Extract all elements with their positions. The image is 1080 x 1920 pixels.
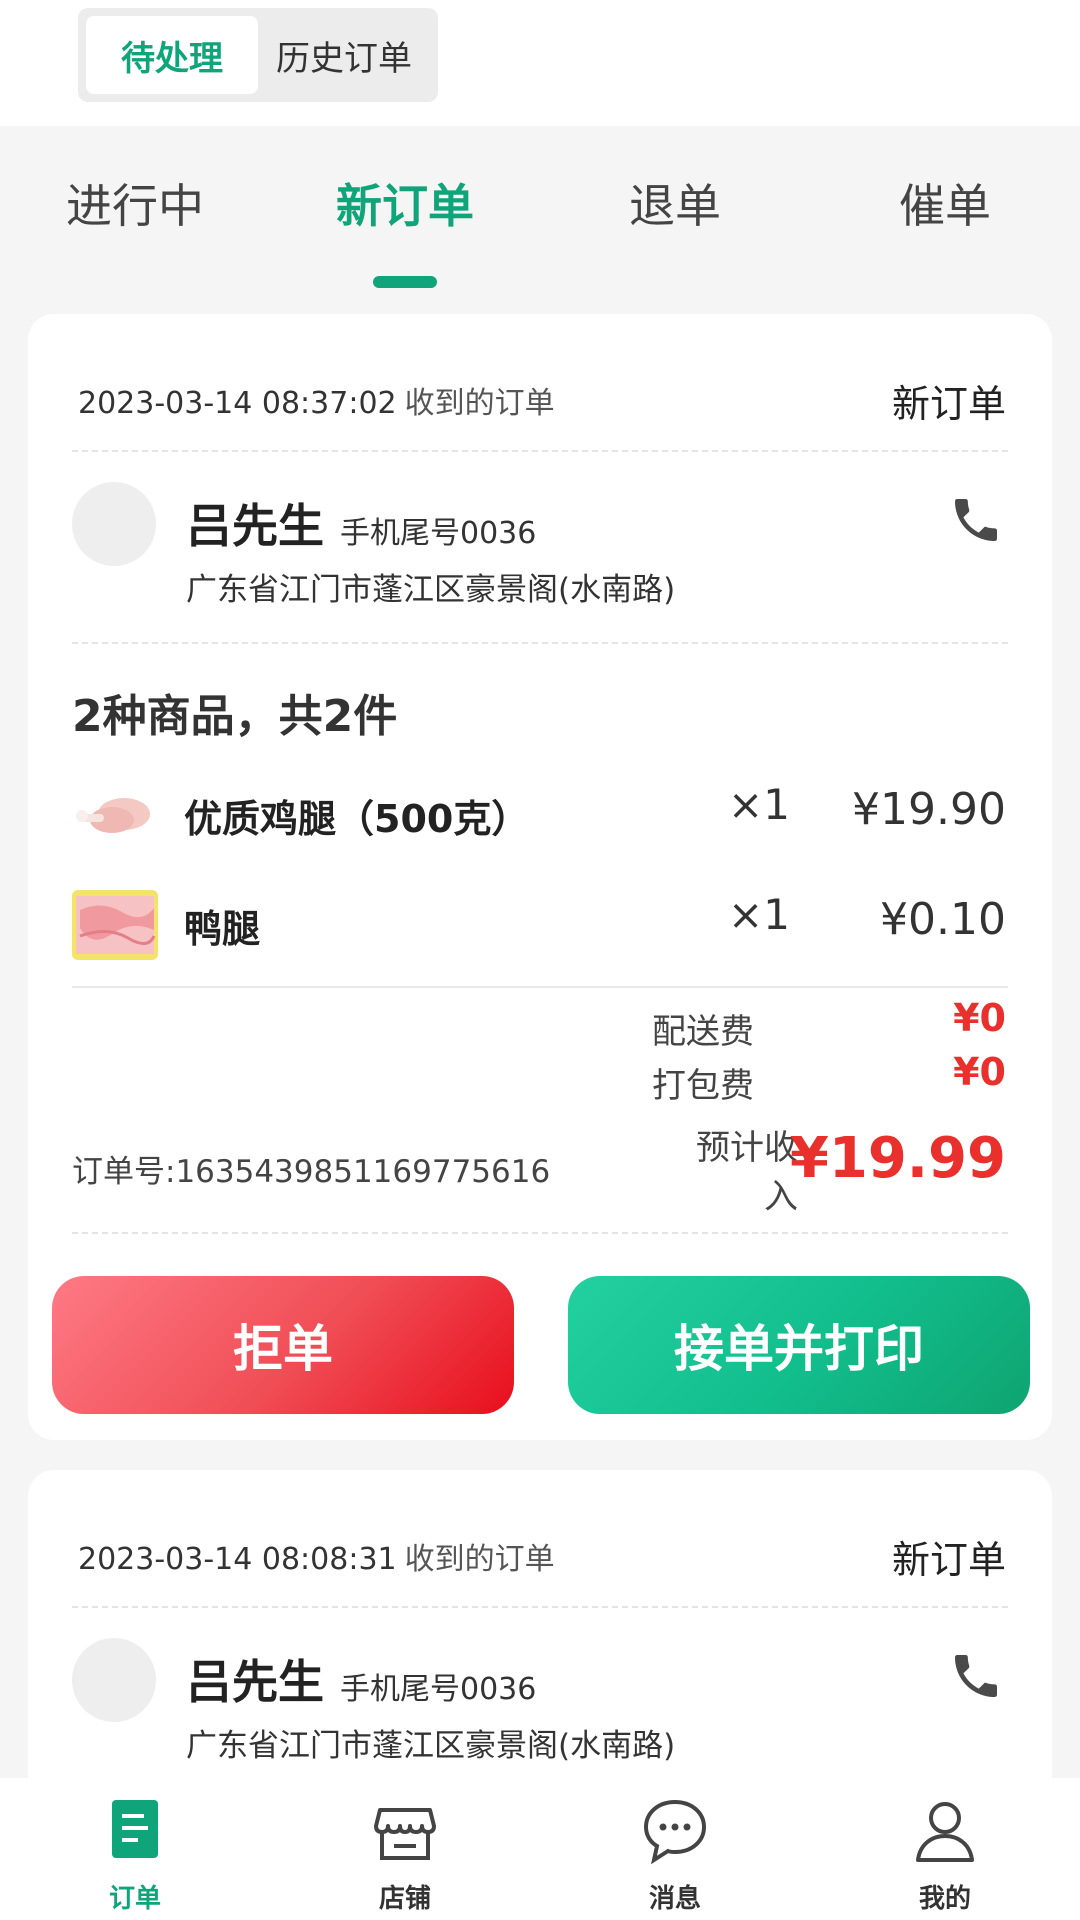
- segment-pending[interactable]: 待处理: [86, 16, 258, 94]
- tab-refund[interactable]: 退单: [540, 170, 810, 236]
- segment-history[interactable]: 历史订单: [258, 16, 430, 94]
- tab-in-progress[interactable]: 进行中: [0, 170, 270, 236]
- order-time: 2023-03-14 08:08:31 收到的订单: [78, 1534, 555, 1578]
- goods-qty: ×1: [728, 780, 790, 829]
- divider: [72, 450, 1008, 452]
- order-header: 2023-03-14 08:08:31 收到的订单 新订单: [78, 1526, 1006, 1586]
- customer-name: 吕先生: [186, 499, 324, 553]
- customer-address: 广东省江门市蓬江区豪景阁(水南路): [186, 572, 676, 608]
- order-icon: [112, 1800, 158, 1858]
- tab-label: 新订单: [336, 179, 474, 233]
- goods-item: 鸭腿 ×1 ¥0.10: [72, 890, 1006, 960]
- order-status: 新订单: [891, 1537, 1006, 1582]
- duck-leg-thumbnail: [72, 890, 158, 960]
- avatar: [72, 1638, 156, 1722]
- phone-icon[interactable]: [948, 1648, 1004, 1704]
- order-status-tabs: 进行中 新订单 退单 催单: [0, 170, 1080, 290]
- customer-address: 广东省江门市蓬江区豪景阁(水南路): [186, 1728, 676, 1764]
- order-header: 2023-03-14 08:37:02 收到的订单 新订单: [78, 370, 1006, 430]
- expected-income: ¥19.99: [789, 1126, 1006, 1191]
- tab-label: 进行中: [66, 179, 204, 233]
- delivery-fee-value: ¥0: [953, 996, 1006, 1040]
- chicken-leg-thumbnail: [72, 780, 158, 850]
- bottom-navigation: 订单 店铺 消息 我的: [0, 1778, 1080, 1920]
- order-status: 新订单: [891, 381, 1006, 426]
- goods-price: ¥19.90: [852, 784, 1006, 835]
- delivery-fee-label: 配送费: [652, 1012, 754, 1052]
- received-text: 收到的订单: [404, 1542, 555, 1577]
- phone-tail: 手机尾号0036: [340, 1672, 537, 1707]
- store-icon: [374, 1808, 436, 1860]
- tab-urge[interactable]: 催单: [810, 170, 1080, 236]
- order-timestamp: 2023-03-14 08:37:02: [78, 386, 397, 421]
- phone-icon[interactable]: [948, 492, 1004, 548]
- goods-qty: ×1: [728, 890, 790, 939]
- divider: [72, 986, 1008, 988]
- order-time: 2023-03-14 08:37:02 收到的订单: [78, 378, 555, 422]
- packing-fee-value: ¥0: [953, 1050, 1006, 1094]
- income-label-line2: 入: [764, 1177, 798, 1217]
- customer-name: 吕先生: [186, 1655, 324, 1709]
- phone-tail: 手机尾号0036: [340, 516, 537, 551]
- nav-profile[interactable]: 我的: [870, 1796, 1020, 1915]
- goods-price: ¥0.10: [880, 894, 1006, 945]
- nav-label: 订单: [108, 1884, 161, 1914]
- divider: [72, 1232, 1008, 1234]
- tab-new-orders[interactable]: 新订单: [270, 170, 540, 288]
- nav-label: 店铺: [378, 1884, 431, 1914]
- avatar: [72, 482, 156, 566]
- order-timestamp: 2023-03-14 08:08:31: [78, 1542, 397, 1577]
- profile-icon: [916, 1802, 974, 1862]
- reject-order-button[interactable]: 拒单: [52, 1276, 514, 1414]
- tab-label: 退单: [629, 179, 721, 233]
- goods-name: 鸭腿: [184, 907, 261, 951]
- message-icon: [643, 1799, 707, 1865]
- order-segment-control: 待处理 历史订单: [78, 8, 438, 102]
- nav-messages[interactable]: 消息: [600, 1796, 750, 1915]
- accept-and-print-button[interactable]: 接单并打印: [568, 1276, 1030, 1414]
- tab-label: 催单: [899, 179, 991, 233]
- nav-label: 我的: [918, 1884, 971, 1914]
- divider: [72, 642, 1008, 644]
- income-label: 预计收 入: [634, 1120, 798, 1218]
- top-bar: 待处理 历史订单: [0, 0, 1080, 126]
- income-label-line1: 预计收: [696, 1128, 798, 1168]
- goods-item: 优质鸡腿（500克） ×1 ¥19.90: [72, 780, 1006, 850]
- received-text: 收到的订单: [404, 386, 555, 421]
- nav-store[interactable]: 店铺: [330, 1796, 480, 1915]
- packing-fee-label: 打包费: [652, 1066, 754, 1106]
- active-tab-indicator: [373, 276, 437, 288]
- goods-summary: 2种商品，共2件: [72, 691, 398, 742]
- order-number: 订单号:1635439851169775616: [72, 1154, 551, 1190]
- divider: [72, 1606, 1008, 1608]
- nav-orders[interactable]: 订单: [60, 1796, 210, 1915]
- goods-name: 优质鸡腿（500克）: [184, 797, 530, 841]
- order-card: 2023-03-14 08:37:02 收到的订单 新订单 吕先生 手机尾号003…: [28, 314, 1052, 1440]
- nav-label: 消息: [648, 1884, 701, 1914]
